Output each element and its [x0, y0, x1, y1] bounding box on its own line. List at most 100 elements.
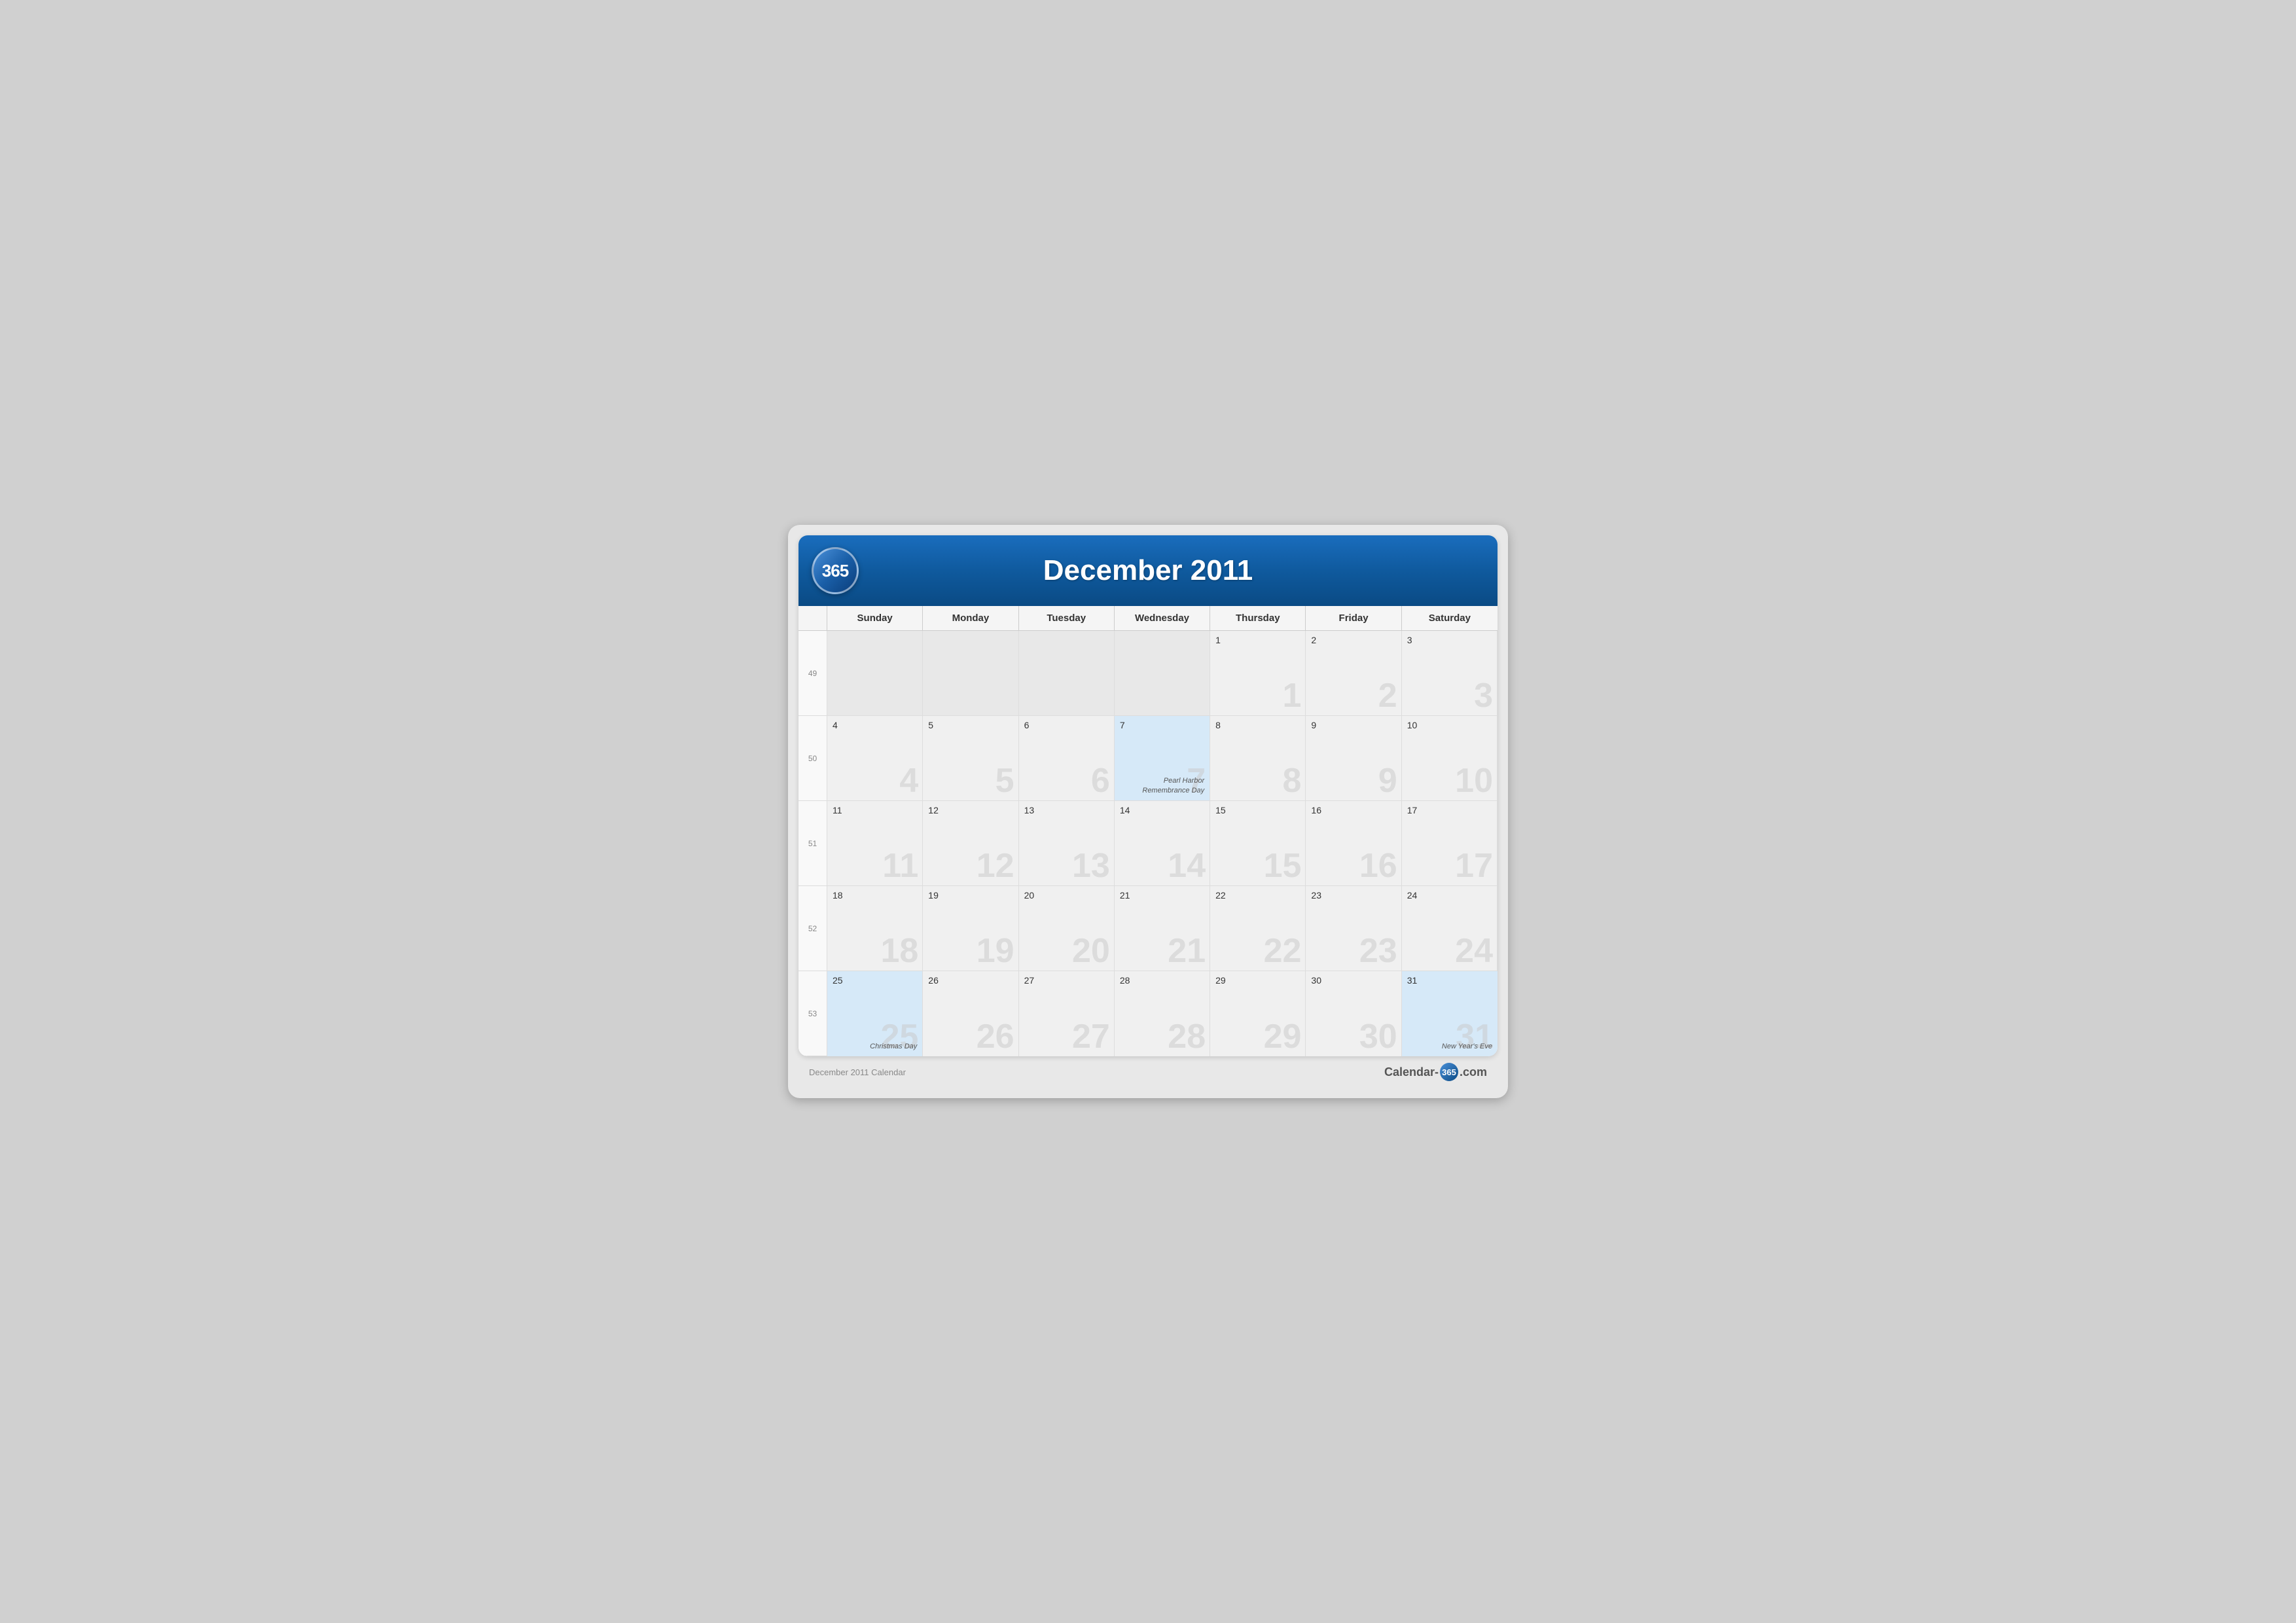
cell-watermark-6: 6 [1091, 764, 1110, 798]
calendar-cell-29: 2929 [1210, 971, 1306, 1056]
cell-watermark-11: 11 [882, 849, 918, 883]
calendar-cell-empty-1 [923, 631, 1018, 716]
cell-date-30: 30 [1311, 975, 1395, 986]
calendar-cell-14: 1414 [1115, 801, 1210, 886]
cell-watermark-17: 17 [1455, 849, 1493, 883]
calendar-cell-1: 11 [1210, 631, 1306, 716]
brand-com: .com [1460, 1065, 1487, 1079]
day-header-tuesday: Tuesday [1019, 606, 1115, 630]
week-num-header-blank [798, 606, 827, 630]
cell-watermark-9: 9 [1378, 764, 1397, 798]
cell-event-31: New Year's Eve [1442, 1042, 1492, 1051]
cell-date-24: 24 [1407, 890, 1492, 901]
cell-date-22: 22 [1215, 890, 1300, 901]
week-num-51: 51 [798, 801, 827, 886]
cell-watermark-16: 16 [1359, 849, 1397, 883]
day-header-monday: Monday [923, 606, 1018, 630]
cell-watermark-15: 15 [1264, 849, 1302, 883]
cell-date-6: 6 [1024, 720, 1109, 730]
cell-watermark-13: 13 [1072, 849, 1110, 883]
cell-date-31: 31 [1407, 975, 1492, 986]
week-num-49: 49 [798, 631, 827, 716]
cell-date-17: 17 [1407, 805, 1492, 815]
cell-watermark-18: 18 [880, 934, 918, 968]
cell-date-21: 21 [1120, 890, 1204, 901]
logo-circle: 365 [812, 547, 859, 594]
cell-date-14: 14 [1120, 805, 1204, 815]
calendar-cell-27: 2727 [1019, 971, 1115, 1056]
header-title: December 2011 [859, 554, 1437, 587]
calendar-grid: 491122335044556677Pearl Harbor Remembran… [798, 631, 1498, 1056]
calendar-cell-18: 1818 [827, 886, 923, 971]
cell-watermark-22: 22 [1264, 934, 1302, 968]
cell-watermark-4: 4 [899, 764, 918, 798]
cell-watermark-3: 3 [1474, 679, 1493, 713]
cell-watermark-30: 30 [1359, 1020, 1397, 1054]
calendar-header: 365 December 2011 [798, 535, 1498, 606]
week-num-50: 50 [798, 716, 827, 801]
calendar-cell-30: 30 30 [1306, 971, 1401, 1056]
calendar-cell-11: 11 11 [827, 801, 923, 886]
cell-date-18: 18 [833, 890, 917, 901]
calendar-cell-empty-2 [1019, 631, 1115, 716]
calendar-cell-5: 55 [923, 716, 1018, 801]
day-header-wednesday: Wednesday [1115, 606, 1210, 630]
calendar-cell-4: 44 [827, 716, 923, 801]
calendar-cell-16: 1616 [1306, 801, 1401, 886]
cell-watermark-21: 21 [1168, 934, 1206, 968]
cell-date-23: 23 [1311, 890, 1395, 901]
cell-watermark-28: 28 [1168, 1020, 1206, 1054]
cell-date-26: 26 [928, 975, 1013, 986]
brand-circle: 365 [1440, 1063, 1458, 1081]
calendar-cell-empty-3 [1115, 631, 1210, 716]
footer-copyright: December 2011 Calendar [809, 1067, 906, 1077]
calendar-cell-15: 1515 [1210, 801, 1306, 886]
calendar-cell-13: 13 13 [1019, 801, 1115, 886]
cell-date-1: 1 [1215, 635, 1300, 645]
calendar-cell-23: 2323 [1306, 886, 1401, 971]
cell-date-28: 28 [1120, 975, 1204, 986]
cell-date-13: 13 [1024, 805, 1109, 815]
day-header-friday: Friday [1306, 606, 1401, 630]
cell-watermark-5: 5 [996, 764, 1014, 798]
cell-date-12: 12 [928, 805, 1013, 815]
cell-event-25: Christmas Day [870, 1042, 917, 1051]
calendar-cell-12: 12 12 [923, 801, 1018, 886]
cell-watermark-19: 19 [977, 934, 1014, 968]
calendar-cell-3: 33 [1402, 631, 1498, 716]
cell-date-3: 3 [1407, 635, 1492, 645]
week-num-52: 52 [798, 886, 827, 971]
brand-cal: Calendar- [1384, 1065, 1439, 1079]
calendar-cell-25: 2525Christmas Day [827, 971, 923, 1056]
cell-date-4: 4 [833, 720, 917, 730]
calendar-cell-2: 22 [1306, 631, 1401, 716]
cell-date-27: 27 [1024, 975, 1109, 986]
calendar-cell-21: 21 21 [1115, 886, 1210, 971]
cell-watermark-12: 12 [977, 849, 1014, 883]
calendar-cell-9: 99 [1306, 716, 1401, 801]
footer: December 2011 Calendar Calendar-365.com [798, 1056, 1498, 1088]
day-header-saturday: Saturday [1402, 606, 1498, 630]
cell-watermark-20: 20 [1072, 934, 1110, 968]
calendar-container: 365 December 2011 Sunday Monday Tuesday … [798, 535, 1498, 1056]
calendar-cell-7: 77Pearl Harbor Remembrance Day [1115, 716, 1210, 801]
calendar-cell-8: 88 [1210, 716, 1306, 801]
footer-brand: Calendar-365.com [1384, 1063, 1487, 1081]
cell-watermark-8: 8 [1283, 764, 1302, 798]
cell-watermark-1: 1 [1283, 679, 1302, 713]
cell-watermark-10: 10 [1455, 764, 1493, 798]
cell-date-20: 20 [1024, 890, 1109, 901]
calendar-cell-6: 66 [1019, 716, 1115, 801]
calendar-cell-20: 2020 [1019, 886, 1115, 971]
cell-date-10: 10 [1407, 720, 1492, 730]
cell-watermark-24: 24 [1455, 934, 1493, 968]
cell-event-7: Pearl Harbor Remembrance Day [1115, 776, 1204, 795]
calendar-cell-31: 3131New Year's Eve [1402, 971, 1498, 1056]
cell-date-11: 11 [833, 805, 917, 815]
cell-date-9: 9 [1311, 720, 1395, 730]
cell-date-16: 16 [1311, 805, 1395, 815]
cell-date-25: 25 [833, 975, 917, 986]
cell-date-15: 15 [1215, 805, 1300, 815]
cell-date-7: 7 [1120, 720, 1204, 730]
cell-date-5: 5 [928, 720, 1013, 730]
